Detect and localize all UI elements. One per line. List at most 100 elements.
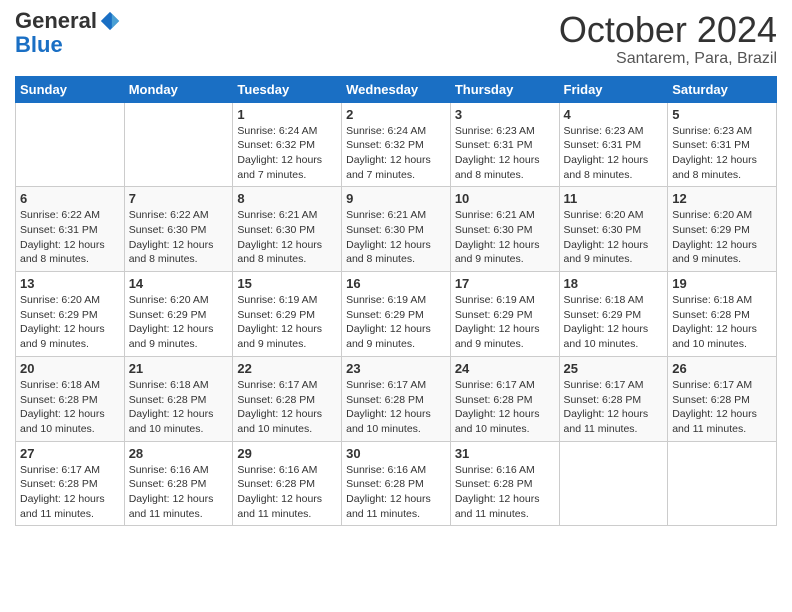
calendar-cell: 21Sunrise: 6:18 AMSunset: 6:28 PMDayligh… [124, 356, 233, 441]
day-info: Sunrise: 6:24 AMSunset: 6:32 PMDaylight:… [346, 124, 446, 183]
header-day-friday: Friday [559, 76, 668, 102]
calendar-table: SundayMondayTuesdayWednesdayThursdayFrid… [15, 76, 777, 527]
day-number: 17 [455, 276, 555, 291]
day-number: 7 [129, 191, 229, 206]
day-number: 5 [672, 107, 772, 122]
day-number: 23 [346, 361, 446, 376]
logo: General Blue [15, 10, 121, 58]
day-info: Sunrise: 6:17 AMSunset: 6:28 PMDaylight:… [564, 378, 664, 437]
calendar-cell: 10Sunrise: 6:21 AMSunset: 6:30 PMDayligh… [450, 187, 559, 272]
day-info: Sunrise: 6:23 AMSunset: 6:31 PMDaylight:… [564, 124, 664, 183]
day-number: 19 [672, 276, 772, 291]
day-number: 26 [672, 361, 772, 376]
page: General Blue October 2024 Santarem, Para… [0, 0, 792, 541]
calendar-cell: 25 Sunrise: 6:17 AMSunset: 6:28 PMDayligh… [559, 356, 668, 441]
calendar-cell: 17 Sunrise: 6:19 AMSunset: 6:29 PMDayligh… [450, 272, 559, 357]
calendar-cell [16, 102, 125, 187]
day-info: Sunrise: 6:16 AMSunset: 6:28 PMDaylight:… [346, 463, 446, 522]
location-title: Santarem, Para, Brazil [559, 50, 777, 68]
day-info: Sunrise: 6:22 AMSunset: 6:30 PMDaylight:… [129, 208, 229, 267]
calendar-cell: 5 Sunrise: 6:23 AMSunset: 6:31 PMDaylight… [668, 102, 777, 187]
day-info: Sunrise: 6:17 AMSunset: 6:28 PMDaylight:… [20, 463, 120, 522]
day-number: 12 [672, 191, 772, 206]
week-row-1: 1 Sunrise: 6:24 AMSunset: 6:32 PMDaylight… [16, 102, 777, 187]
day-info: Sunrise: 6:18 AMSunset: 6:29 PMDaylight:… [564, 293, 664, 352]
day-info: Sunrise: 6:17 AMSunset: 6:28 PMDaylight:… [455, 378, 555, 437]
header-day-saturday: Saturday [668, 76, 777, 102]
day-info: Sunrise: 6:20 AMSunset: 6:29 PMDaylight:… [129, 293, 229, 352]
day-number: 25 [564, 361, 664, 376]
header: General Blue October 2024 Santarem, Para… [15, 10, 777, 68]
calendar-cell: 3Sunrise: 6:23 AMSunset: 6:31 PMDaylight… [450, 102, 559, 187]
calendar-cell: 26 Sunrise: 6:17 AMSunset: 6:28 PMDayligh… [668, 356, 777, 441]
day-number: 14 [129, 276, 229, 291]
day-info: Sunrise: 6:16 AMSunset: 6:28 PMDaylight:… [237, 463, 337, 522]
calendar-cell: 30 Sunrise: 6:16 AMSunset: 6:28 PMDayligh… [342, 441, 451, 526]
day-info: Sunrise: 6:16 AMSunset: 6:28 PMDaylight:… [455, 463, 555, 522]
day-number: 13 [20, 276, 120, 291]
day-info: Sunrise: 6:22 AMSunset: 6:31 PMDaylight:… [20, 208, 120, 267]
logo-general: General [15, 10, 97, 32]
calendar-cell [559, 441, 668, 526]
day-number: 31 [455, 446, 555, 461]
calendar-cell: 16 Sunrise: 6:19 AMSunset: 6:29 PMDayligh… [342, 272, 451, 357]
day-number: 21 [129, 361, 229, 376]
day-info: Sunrise: 6:21 AMSunset: 6:30 PMDaylight:… [455, 208, 555, 267]
day-number: 28 [129, 446, 229, 461]
day-info: Sunrise: 6:21 AMSunset: 6:30 PMDaylight:… [346, 208, 446, 267]
day-number: 1 [237, 107, 337, 122]
day-info: Sunrise: 6:24 AMSunset: 6:32 PMDaylight:… [237, 124, 337, 183]
calendar-cell: 28Sunrise: 6:16 AMSunset: 6:28 PMDayligh… [124, 441, 233, 526]
logo-blue: Blue [15, 32, 63, 58]
calendar-cell: 14 Sunrise: 6:20 AMSunset: 6:29 PMDayligh… [124, 272, 233, 357]
day-number: 9 [346, 191, 446, 206]
calendar-header: SundayMondayTuesdayWednesdayThursdayFrid… [16, 76, 777, 102]
header-row: SundayMondayTuesdayWednesdayThursdayFrid… [16, 76, 777, 102]
header-day-monday: Monday [124, 76, 233, 102]
day-info: Sunrise: 6:17 AMSunset: 6:28 PMDaylight:… [237, 378, 337, 437]
calendar-cell: 22 Sunrise: 6:17 AMSunset: 6:28 PMDayligh… [233, 356, 342, 441]
day-info: Sunrise: 6:19 AMSunset: 6:29 PMDaylight:… [346, 293, 446, 352]
day-number: 22 [237, 361, 337, 376]
day-number: 27 [20, 446, 120, 461]
calendar-cell: 27 Sunrise: 6:17 AMSunset: 6:28 PMDayligh… [16, 441, 125, 526]
day-info: Sunrise: 6:21 AMSunset: 6:30 PMDaylight:… [237, 208, 337, 267]
header-day-thursday: Thursday [450, 76, 559, 102]
calendar-cell [668, 441, 777, 526]
calendar-cell: 1 Sunrise: 6:24 AMSunset: 6:32 PMDaylight… [233, 102, 342, 187]
day-info: Sunrise: 6:17 AMSunset: 6:28 PMDaylight:… [672, 378, 772, 437]
day-info: Sunrise: 6:23 AMSunset: 6:31 PMDaylight:… [455, 124, 555, 183]
calendar-cell: 29Sunrise: 6:16 AMSunset: 6:28 PMDayligh… [233, 441, 342, 526]
day-info: Sunrise: 6:23 AMSunset: 6:31 PMDaylight:… [672, 124, 772, 183]
day-info: Sunrise: 6:20 AMSunset: 6:29 PMDaylight:… [672, 208, 772, 267]
day-info: Sunrise: 6:18 AMSunset: 6:28 PMDaylight:… [20, 378, 120, 437]
header-day-sunday: Sunday [16, 76, 125, 102]
day-number: 8 [237, 191, 337, 206]
calendar-cell: 12 Sunrise: 6:20 AMSunset: 6:29 PMDayligh… [668, 187, 777, 272]
month-title: October 2024 [559, 10, 777, 50]
day-info: Sunrise: 6:19 AMSunset: 6:29 PMDaylight:… [455, 293, 555, 352]
day-info: Sunrise: 6:20 AMSunset: 6:30 PMDaylight:… [564, 208, 664, 267]
day-number: 30 [346, 446, 446, 461]
day-number: 15 [237, 276, 337, 291]
week-row-4: 20Sunrise: 6:18 AMSunset: 6:28 PMDayligh… [16, 356, 777, 441]
logo-text: General [15, 10, 121, 32]
day-info: Sunrise: 6:20 AMSunset: 6:29 PMDaylight:… [20, 293, 120, 352]
day-number: 11 [564, 191, 664, 206]
day-number: 6 [20, 191, 120, 206]
calendar-cell: 8 Sunrise: 6:21 AMSunset: 6:30 PMDaylight… [233, 187, 342, 272]
calendar-cell: 18Sunrise: 6:18 AMSunset: 6:29 PMDayligh… [559, 272, 668, 357]
calendar-cell: 19Sunrise: 6:18 AMSunset: 6:28 PMDayligh… [668, 272, 777, 357]
calendar-cell: 23Sunrise: 6:17 AMSunset: 6:28 PMDayligh… [342, 356, 451, 441]
week-row-3: 13 Sunrise: 6:20 AMSunset: 6:29 PMDayligh… [16, 272, 777, 357]
header-day-wednesday: Wednesday [342, 76, 451, 102]
calendar-cell: 24Sunrise: 6:17 AMSunset: 6:28 PMDayligh… [450, 356, 559, 441]
calendar-cell: 9 Sunrise: 6:21 AMSunset: 6:30 PMDaylight… [342, 187, 451, 272]
calendar-cell: 13 Sunrise: 6:20 AMSunset: 6:29 PMDayligh… [16, 272, 125, 357]
week-row-5: 27 Sunrise: 6:17 AMSunset: 6:28 PMDayligh… [16, 441, 777, 526]
title-block: October 2024 Santarem, Para, Brazil [559, 10, 777, 68]
calendar-cell: 4Sunrise: 6:23 AMSunset: 6:31 PMDaylight… [559, 102, 668, 187]
day-number: 2 [346, 107, 446, 122]
day-number: 16 [346, 276, 446, 291]
calendar-body: 1 Sunrise: 6:24 AMSunset: 6:32 PMDaylight… [16, 102, 777, 526]
